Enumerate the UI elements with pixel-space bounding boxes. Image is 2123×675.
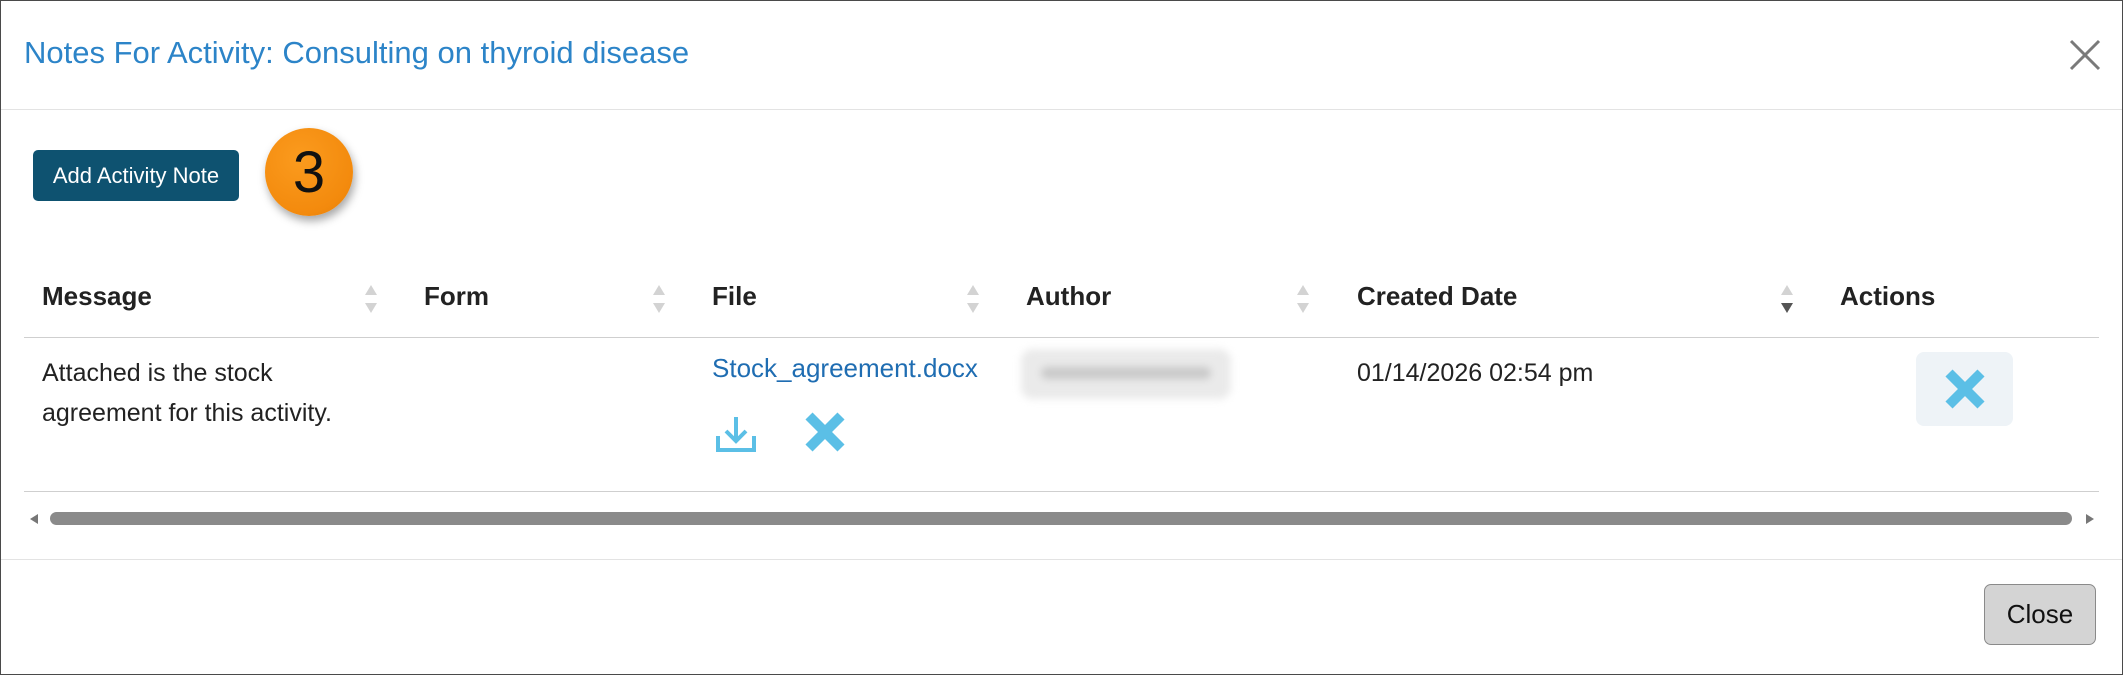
column-header-message[interactable]: Message bbox=[42, 281, 152, 312]
sort-icon[interactable] bbox=[363, 282, 379, 316]
message-line: agreement for this activity. bbox=[42, 399, 332, 427]
sort-icon[interactable] bbox=[965, 282, 981, 316]
scroll-right-icon[interactable] bbox=[2084, 513, 2096, 525]
column-header-form[interactable]: Form bbox=[424, 281, 489, 312]
column-header-actions: Actions bbox=[1840, 281, 1936, 311]
delete-icon bbox=[1944, 369, 1985, 409]
add-activity-note-button[interactable]: Add Activity Note bbox=[33, 150, 239, 201]
sort-icon[interactable] bbox=[651, 282, 667, 316]
message-line: Attached is the stock bbox=[42, 359, 273, 387]
modal-footer-divider bbox=[1, 559, 2122, 560]
download-icon[interactable] bbox=[714, 414, 758, 454]
horizontal-scrollbar[interactable] bbox=[24, 507, 2099, 531]
notes-modal: Notes For Activity: Consulting on thyroi… bbox=[0, 0, 2123, 675]
close-button[interactable]: Close bbox=[1984, 584, 2096, 645]
file-link[interactable]: Stock_agreement.docx bbox=[712, 353, 978, 384]
table-bottom-divider bbox=[24, 491, 2099, 492]
scroll-left-icon[interactable] bbox=[28, 513, 40, 525]
delete-note-button[interactable] bbox=[1916, 352, 2013, 426]
author-redacted bbox=[1021, 349, 1231, 399]
column-header-file[interactable]: File bbox=[712, 281, 757, 312]
close-icon[interactable] bbox=[2067, 37, 2103, 73]
column-header-author[interactable]: Author bbox=[1026, 281, 1111, 312]
scroll-thumb[interactable] bbox=[50, 512, 2072, 525]
modal-header: Notes For Activity: Consulting on thyroi… bbox=[1, 1, 2122, 110]
sort-descending-icon[interactable] bbox=[1779, 282, 1795, 316]
created-date: 01/14/2026 02:54 pm bbox=[1357, 359, 1594, 387]
modal-title: Notes For Activity: Consulting on thyroi… bbox=[24, 35, 690, 70]
step-number-badge: 3 bbox=[265, 128, 353, 216]
header-divider bbox=[24, 337, 2099, 338]
delete-file-icon[interactable] bbox=[802, 409, 848, 455]
sort-icon[interactable] bbox=[1295, 282, 1311, 316]
column-header-created-date[interactable]: Created Date bbox=[1357, 281, 1517, 312]
